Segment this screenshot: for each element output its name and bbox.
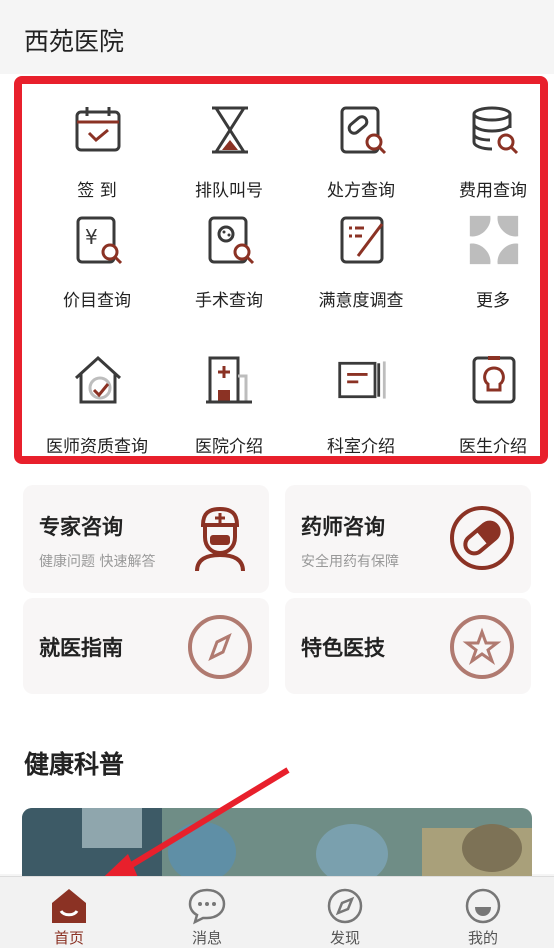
grid-item-surgery[interactable]: 手术查询 — [164, 214, 294, 324]
app-header: 西苑医院 — [0, 0, 554, 74]
hourglass-icon — [212, 106, 248, 154]
health-article-banner[interactable] — [22, 808, 532, 878]
card-title: 特色医技 — [301, 636, 385, 660]
tab-messages[interactable]: 消息 — [152, 877, 262, 948]
card-title: 专家咨询 — [39, 515, 123, 539]
card-pharmacist-consult[interactable]: 药师咨询 安全用药有保障 — [285, 485, 531, 593]
grid-item-doctor[interactable]: 医生介绍 — [428, 354, 554, 464]
hospital-icon — [206, 356, 252, 404]
card-title: 药师咨询 — [301, 515, 385, 539]
prescription-search-icon — [340, 106, 387, 155]
svg-text:¥: ¥ — [85, 225, 98, 249]
home-icon — [52, 889, 86, 923]
grid-label: 排队叫号 — [195, 181, 263, 201]
discover-icon — [327, 888, 363, 924]
grid-item-prescription[interactable]: 处方查询 — [296, 104, 426, 214]
banner-image — [22, 808, 532, 878]
grid-item-qualification[interactable]: 医师资质查询 — [32, 354, 162, 464]
tab-label: 我的 — [467, 929, 498, 947]
card-title: 就医指南 — [39, 636, 123, 660]
section-title-health: 健康科普 — [24, 750, 125, 779]
grid-item-department[interactable]: 科室介绍 — [296, 354, 426, 464]
grid-label: 手术查询 — [195, 291, 263, 311]
doctor-badge-icon — [472, 356, 516, 404]
price-search-icon: ¥ — [76, 216, 123, 265]
grid-item-queue[interactable]: 排队叫号 — [164, 104, 294, 214]
tab-home[interactable]: 首页 — [14, 877, 124, 948]
message-icon — [188, 888, 226, 925]
page-title: 西苑医院 — [24, 27, 125, 56]
grid-item-cost[interactable]: 费用查询 — [428, 104, 554, 214]
grid-label: 签 到 — [77, 181, 117, 201]
card-subtitle: 健康问题 快速解答 — [39, 554, 156, 570]
tab-label: 首页 — [53, 929, 84, 947]
pill-icon — [450, 506, 514, 570]
department-icon — [338, 361, 386, 399]
grid-label: 处方查询 — [327, 181, 395, 201]
card-expert-consult[interactable]: 专家咨询 健康问题 快速解答 — [23, 485, 269, 593]
checkin-calendar-icon — [75, 107, 121, 152]
grid-item-hospital[interactable]: 医院介绍 — [164, 354, 294, 464]
function-grid: 签 到 排队叫号 处方查询 费用查询 ¥ 价目查询 手术查询 满意度调查 更多 … — [14, 76, 548, 464]
doctor-qualification-icon — [74, 355, 122, 404]
grid-item-survey[interactable]: 满意度调查 — [296, 214, 426, 324]
tab-label: 发现 — [329, 929, 360, 947]
tab-profile[interactable]: 我的 — [428, 877, 538, 948]
surgery-search-icon — [208, 216, 255, 265]
profile-icon — [465, 888, 501, 924]
more-icon — [469, 215, 519, 265]
grid-label: 医院介绍 — [195, 437, 263, 457]
grid-item-more[interactable]: 更多 — [428, 214, 554, 324]
card-featured-tech[interactable]: 特色医技 — [285, 598, 531, 694]
grid-label: 更多 — [476, 291, 510, 311]
grid-item-checkin[interactable]: 签 到 — [32, 104, 162, 214]
card-subtitle: 安全用药有保障 — [301, 554, 399, 570]
grid-label: 价目查询 — [63, 291, 131, 311]
grid-label: 医生介绍 — [459, 437, 527, 457]
grid-label: 科室介绍 — [327, 437, 395, 457]
grid-label: 费用查询 — [459, 181, 527, 201]
grid-label: 医师资质查询 — [46, 437, 148, 457]
grid-label: 满意度调查 — [318, 291, 404, 311]
cost-search-icon — [472, 106, 519, 155]
star-icon — [450, 615, 514, 679]
tab-discover[interactable]: 发现 — [290, 877, 400, 948]
bottom-tab-bar: 首页 消息 发现 我的 — [0, 876, 554, 948]
grid-item-price[interactable]: ¥ 价目查询 — [32, 214, 162, 324]
doctor-avatar-icon — [195, 506, 245, 572]
compass-icon — [188, 615, 252, 679]
survey-icon — [340, 216, 384, 264]
tab-label: 消息 — [191, 929, 222, 947]
card-visit-guide[interactable]: 就医指南 — [23, 598, 269, 694]
